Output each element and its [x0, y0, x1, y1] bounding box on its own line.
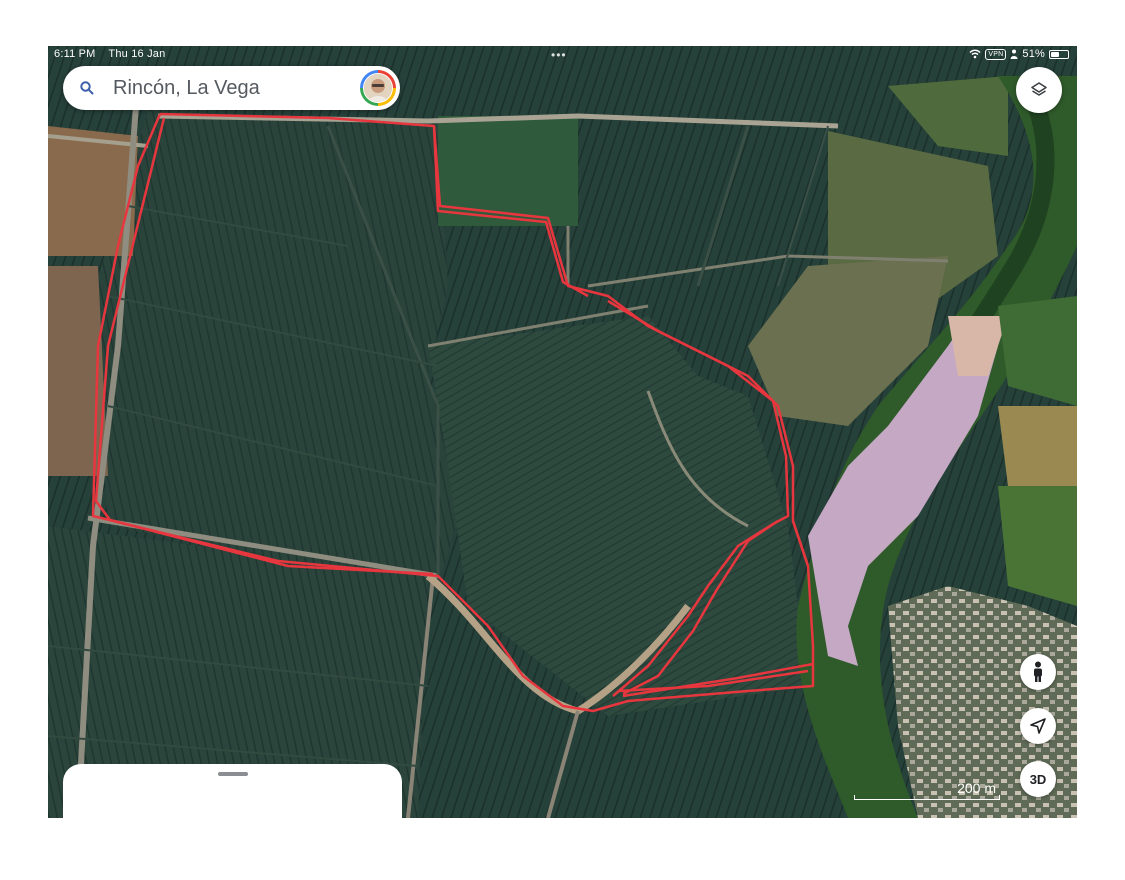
three-d-button[interactable]: 3D [1020, 761, 1056, 797]
vpn-badge: VPN [985, 48, 1007, 60]
pegman-icon [1034, 661, 1042, 682]
navigation-arrow-icon [1030, 718, 1046, 734]
status-time-date: 6:11 PM Thu 16 Jan [54, 48, 165, 60]
avatar-photo [364, 74, 392, 102]
status-indicators: VPN 51% [969, 48, 1069, 60]
battery-percent: 51% [1022, 48, 1045, 60]
battery-icon [1049, 49, 1069, 59]
battery-fill [1051, 51, 1059, 57]
street-view-button[interactable] [1020, 654, 1056, 690]
search-input[interactable]: Rincón, La Vega [113, 77, 260, 100]
sheet-drag-handle[interactable] [218, 772, 248, 776]
my-location-button[interactable] [1020, 708, 1056, 744]
scale-line [854, 795, 1000, 800]
satellite-map[interactable] [48, 46, 1077, 818]
layers-button[interactable] [1016, 67, 1062, 113]
layers-icon [1031, 82, 1047, 96]
account-avatar-button[interactable] [360, 70, 396, 106]
status-time: 6:11 PM [54, 48, 96, 60]
search-bar[interactable]: Rincón, La Vega [63, 66, 400, 110]
search-icon[interactable] [79, 80, 95, 96]
map-view[interactable]: ••• 6:11 PM Thu 16 Jan VPN 51% Rincón, L… [48, 46, 1077, 818]
multitasking-dots[interactable]: ••• [551, 48, 567, 62]
bottom-sheet[interactable] [63, 764, 402, 818]
avatar [363, 73, 393, 103]
wifi-icon [969, 49, 981, 59]
status-date: Thu 16 Jan [108, 48, 166, 60]
person-icon [1010, 49, 1018, 59]
scale-bar: 200 m [854, 780, 1000, 800]
scale-label: 200 m [957, 780, 996, 796]
